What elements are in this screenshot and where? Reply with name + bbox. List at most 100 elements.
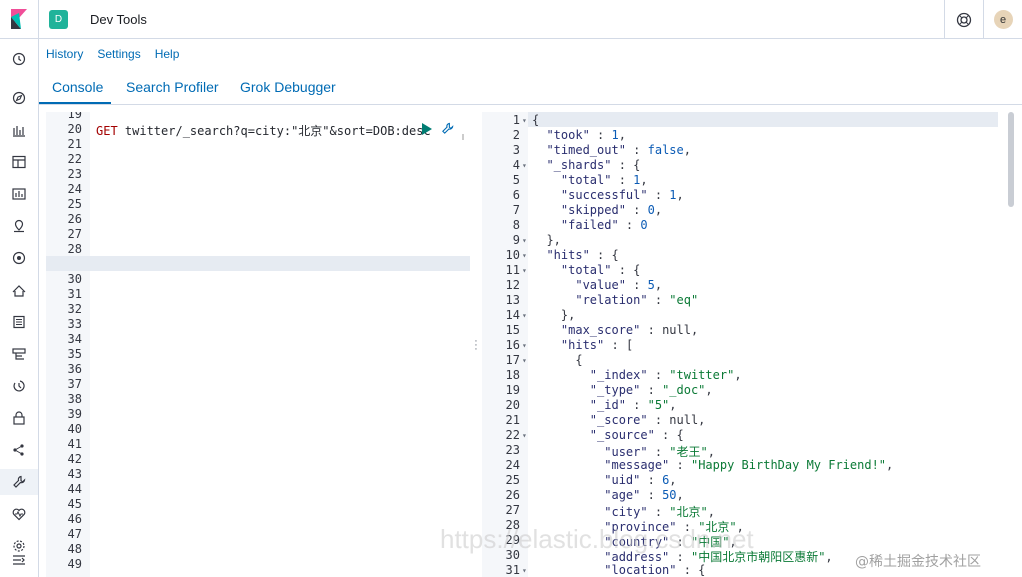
response-line-number: 1: [512, 113, 520, 127]
send-request-play-icon[interactable]: [421, 123, 432, 138]
response-code-line: "_shards" : {: [546, 158, 641, 172]
response-code-line: "uid" : 6,: [604, 473, 677, 487]
uptime-icon[interactable]: [0, 373, 38, 399]
response-line-number: 25: [505, 473, 520, 487]
kibana-logo-icon[interactable]: [0, 0, 39, 39]
discover-compass-icon[interactable]: [0, 85, 38, 111]
ml-icon[interactable]: [0, 245, 38, 271]
response-code-line: },: [532, 233, 561, 247]
space-avatar[interactable]: D: [49, 9, 68, 29]
help-link[interactable]: Help: [155, 47, 180, 61]
response-line-number: 4: [512, 158, 520, 172]
response-line-number: 22: [505, 428, 520, 442]
response-code-line: "skipped" : 0,: [560, 203, 663, 217]
collapse-menu-icon[interactable]: [0, 547, 38, 573]
response-code-line: },: [532, 308, 576, 322]
dev-tools-wrench-icon[interactable]: [0, 469, 38, 495]
line-number: 49: [67, 557, 82, 571]
fold-toggle-icon[interactable]: ▾: [522, 431, 527, 440]
response-code-line: "relation" : "eq": [575, 293, 699, 307]
response-line-number: 7: [512, 203, 520, 217]
line-number: 44: [67, 482, 82, 496]
response-code-line: "_source" : {: [589, 428, 684, 442]
fold-toggle-icon[interactable]: ▾: [522, 251, 527, 260]
response-line-number: 27: [505, 503, 520, 517]
active-line-highlight: [46, 256, 470, 271]
help-menu-icon[interactable]: [944, 0, 983, 39]
response-code-line: "_type" : "_doc",: [589, 383, 713, 397]
devtools-tabs: Console Search Profiler Grok Debugger: [39, 70, 1022, 105]
stack-monitoring-icon[interactable]: [0, 501, 38, 527]
line-number: 33: [67, 317, 82, 331]
request-line[interactable]: GET twitter/_search?q=city:"北京"&sort=DOB…: [96, 122, 431, 139]
graph-icon[interactable]: [0, 437, 38, 463]
tab-console[interactable]: Console: [52, 79, 103, 95]
line-number: 40: [67, 422, 82, 436]
fold-toggle-icon[interactable]: ▾: [522, 161, 527, 170]
fold-toggle-icon[interactable]: ▾: [522, 311, 527, 320]
apm-icon[interactable]: [0, 341, 38, 367]
response-line-number: 11: [505, 263, 520, 277]
user-menu[interactable]: e: [983, 0, 1022, 39]
line-number: 42: [67, 452, 82, 466]
infrastructure-icon[interactable]: [0, 277, 38, 303]
settings-link[interactable]: Settings: [97, 47, 140, 61]
visualize-icon[interactable]: [0, 117, 38, 143]
response-line-number: 31: [505, 563, 520, 577]
response-code-line: "location" : {: [604, 563, 706, 577]
line-number: 31: [67, 287, 82, 301]
response-line-number: 8: [512, 218, 520, 232]
logs-icon[interactable]: [0, 309, 38, 335]
recently-viewed-icon[interactable]: [0, 46, 38, 72]
fold-toggle-icon[interactable]: ▾: [522, 356, 527, 365]
fold-toggle-icon[interactable]: ▾: [522, 116, 527, 125]
response-code-line: {: [532, 113, 540, 127]
editor-resize-handle[interactable]: · · ·: [470, 112, 482, 577]
response-code-line: "max_score" : null,: [560, 323, 699, 337]
response-code-line: "took" : 1,: [546, 128, 626, 142]
response-code-line: "_score" : null,: [589, 413, 706, 427]
line-number: 35: [67, 347, 82, 361]
line-number: 19: [67, 112, 82, 121]
line-number: 36: [67, 362, 82, 376]
response-line-number: 23: [505, 443, 520, 457]
fold-toggle-icon[interactable]: ▾: [522, 341, 527, 350]
response-line-number: 19: [505, 383, 520, 397]
line-number: 45: [67, 497, 82, 511]
canvas-icon[interactable]: [0, 181, 38, 207]
request-actions-wrench-icon[interactable]: [441, 122, 454, 138]
response-line-number: 12: [505, 278, 520, 292]
response-code-line: "value" : 5,: [575, 278, 663, 292]
resize-grip-icon: · · ·: [474, 334, 478, 355]
history-link[interactable]: History: [46, 47, 83, 61]
response-line-number: 18: [505, 368, 520, 382]
response-code-line: "hits" : [: [560, 338, 634, 352]
siem-lock-icon[interactable]: [0, 405, 38, 431]
line-number: 46: [67, 512, 82, 526]
request-editor[interactable]: 1920212223242526272829303132333435363738…: [46, 112, 470, 577]
response-editor[interactable]: 1 ▾{2 "took" : 1, 3 "timed_out" : false, 4 ▾…: [482, 112, 1022, 577]
response-line-number: 13: [505, 293, 520, 307]
dashboard-icon[interactable]: [0, 149, 38, 175]
left-nav: [0, 39, 39, 577]
avatar[interactable]: e: [993, 10, 1013, 29]
maps-icon[interactable]: [0, 213, 38, 239]
response-line-number: 16: [505, 338, 520, 352]
response-code-line: "failed" : 0: [560, 218, 648, 232]
tab-search-profiler[interactable]: Search Profiler: [126, 79, 219, 95]
response-scrollbar[interactable]: [1008, 112, 1014, 207]
fold-toggle-icon[interactable]: ▾: [522, 266, 527, 275]
fold-toggle-icon[interactable]: ▾: [522, 236, 527, 245]
line-number: 20: [67, 122, 82, 136]
tab-grok-debugger[interactable]: Grok Debugger: [240, 79, 336, 95]
fold-toggle-icon[interactable]: ▾: [522, 566, 527, 575]
request-url: twitter/_search?q=city:"北京"&sort=DOB:des…: [117, 124, 431, 138]
line-number: 23: [67, 167, 82, 181]
top-header: D Dev Tools e: [0, 0, 1022, 39]
response-line-number: 24: [505, 458, 520, 472]
response-line-number: 5: [512, 173, 520, 187]
line-number: 25: [67, 197, 82, 211]
line-number: 22: [67, 152, 82, 166]
response-code-line: "hits" : {: [546, 248, 619, 262]
response-line-number: 21: [505, 413, 520, 427]
